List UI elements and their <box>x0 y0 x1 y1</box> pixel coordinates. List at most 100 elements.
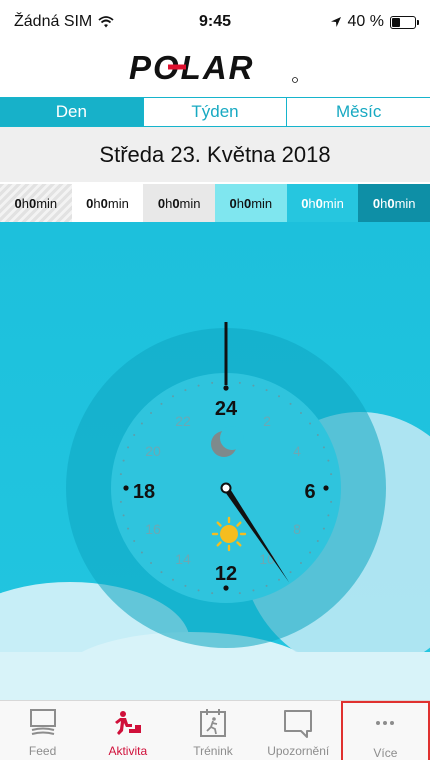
clock-tick-minor <box>316 434 319 436</box>
clock-tick-minor <box>172 395 174 398</box>
clock-tick-major <box>223 385 229 391</box>
nav-training-label: Trénink <box>193 744 233 758</box>
clock-tick-minor <box>133 434 136 436</box>
clock-tick-minor <box>330 473 333 476</box>
duration-low: 0 h 0 min <box>215 184 287 222</box>
status-battery-group: 40 % <box>330 13 419 31</box>
clock-tick-minor <box>211 592 214 595</box>
date-title: Středa 23. Května 2018 <box>0 127 430 182</box>
hour-label-20: 20 <box>145 443 161 459</box>
nav-notifications[interactable]: Upozornění <box>256 701 341 760</box>
clock-tick-minor <box>252 589 255 592</box>
hour-label-14: 14 <box>175 551 191 567</box>
clock-tick-minor <box>252 384 255 387</box>
clock-tick-minor <box>140 551 143 554</box>
feed-icon <box>26 707 60 739</box>
clock-tick-minor <box>122 459 125 462</box>
clock-tick-minor <box>299 561 302 564</box>
clock-tick-minor <box>150 412 153 415</box>
registered-mark <box>292 77 298 83</box>
hour-label-12: 12 <box>215 563 237 585</box>
battery-percent: 40 % <box>347 13 384 30</box>
clock-tick-minor <box>330 500 333 503</box>
clock-tick-minor <box>327 514 330 517</box>
duration-sleep: 0 h 0 min <box>0 184 72 222</box>
clock-tick-minor <box>119 473 122 476</box>
clock-tick-minor <box>184 389 187 392</box>
clock-tick-minor <box>278 395 280 398</box>
status-bar: Žádná SIM 9:45 40 % <box>0 0 430 40</box>
clock-tick-minor <box>133 540 136 542</box>
clock-tick-minor <box>265 584 268 587</box>
clock-tick-major <box>323 485 329 491</box>
more-icon <box>368 709 402 741</box>
nav-activity[interactable]: Aktivita <box>85 701 170 760</box>
clock-tick-minor <box>197 589 200 592</box>
period-tabs: Den Týden Měsíc <box>0 97 430 127</box>
activity-icon <box>111 707 145 739</box>
clock-svg: 24 6 12 18 2 4 8 10 14 16 20 22 <box>0 322 430 700</box>
location-arrow-icon <box>330 17 341 27</box>
clock-tick-minor <box>289 571 292 574</box>
duration-rest: 0 h 0 min <box>71 184 144 222</box>
clock-tick-minor <box>119 500 122 503</box>
clock-tick-minor <box>150 561 153 564</box>
clock-tick-minor <box>238 592 241 595</box>
clock-tick-minor <box>160 571 163 574</box>
clock-tick-minor <box>289 402 292 405</box>
clock-tick-minor <box>299 412 302 415</box>
hour-label-8: 8 <box>293 521 301 537</box>
clock-tick-minor <box>327 459 330 462</box>
hour-label-18: 18 <box>133 481 155 503</box>
hour-label-4: 4 <box>293 443 301 459</box>
nav-activity-label: Aktivita <box>108 744 148 758</box>
clock-tick-minor <box>140 422 143 425</box>
training-icon <box>196 707 230 739</box>
clock-tick-minor <box>127 446 130 449</box>
hour-label-22: 22 <box>175 413 191 429</box>
logo-header: POLAR <box>0 40 430 96</box>
nav-feed[interactable]: Feed <box>0 701 85 760</box>
logo-red-bar <box>168 64 186 70</box>
hour-label-24: 24 <box>215 398 238 420</box>
clock-tick-minor <box>172 578 174 581</box>
nav-feed-label: Feed <box>28 744 57 758</box>
clock-tick-minor <box>309 551 312 554</box>
clock-tick-minor <box>127 527 130 530</box>
clock-tick-minor <box>278 578 280 581</box>
clock-tick-minor <box>211 381 214 384</box>
clock-tick-minor <box>265 389 268 392</box>
nav-more-label: Více <box>373 746 398 760</box>
clock-tick-minor <box>122 514 125 517</box>
clock-tick-minor <box>316 540 319 542</box>
clock-tick-minor <box>197 384 200 387</box>
clock-tick-minor <box>160 402 163 405</box>
tab-day[interactable]: Den <box>0 98 143 126</box>
tab-week[interactable]: Týden <box>142 98 287 126</box>
hour-label-2: 2 <box>263 413 271 429</box>
clock-tick-major <box>223 585 229 591</box>
battery-fill <box>392 17 401 27</box>
nav-training[interactable]: Trénink <box>170 701 255 760</box>
clock-tick-minor <box>184 584 187 587</box>
battery-icon <box>390 15 419 29</box>
notification-icon <box>281 707 315 739</box>
activity-duration-strip: 0 h 0 min 0 h 0 min 0 h 0 min 0 h 0 min 0 h 0 min 0 h 0 mi… <box>0 184 430 222</box>
clock-tick-minor <box>322 446 325 449</box>
logo-text: POLAR <box>129 50 255 86</box>
hour-label-6: 6 <box>304 481 315 503</box>
sun-icon <box>211 516 247 552</box>
duration-medium: 0 h 0 min <box>286 184 359 222</box>
clock-tick-minor <box>309 422 312 425</box>
nav-more[interactable]: Více <box>340 701 430 760</box>
nav-notifications-label: Upozornění <box>267 744 330 758</box>
bottom-tab-bar: Feed Aktivita Trénink Upozornění Více <box>0 700 430 760</box>
clock-tick-major <box>123 485 129 491</box>
polar-logo: POLAR <box>129 50 298 86</box>
activity-clock: 24 6 12 18 2 4 8 10 14 16 20 22 <box>0 222 430 700</box>
duration-high: 0 h 0 min <box>358 184 430 222</box>
duration-sitting: 0 h 0 min <box>143 184 216 222</box>
tab-month[interactable]: Měsíc <box>286 98 430 126</box>
clock-tick-minor <box>322 527 325 530</box>
hour-label-16: 16 <box>145 521 161 537</box>
